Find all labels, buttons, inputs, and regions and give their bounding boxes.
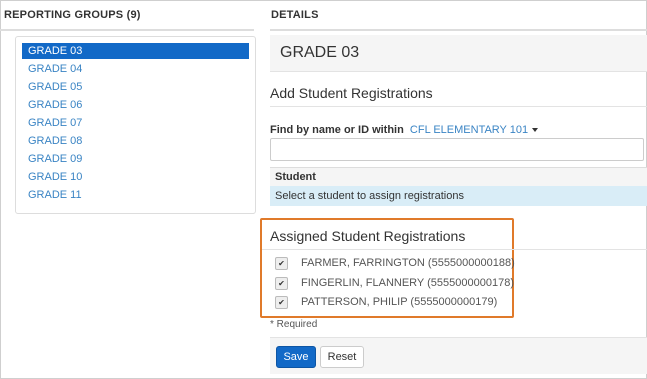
group-item-grade-04[interactable]: GRADE 04 [22, 61, 249, 77]
registration-label: PATTERSON, PHILIP (5555000000179) [301, 296, 498, 309]
assigned-registration-item: ✔ FARMER, FARRINGTON (5555000000188) [275, 256, 515, 270]
group-item-grade-05[interactable]: GRADE 05 [22, 79, 249, 95]
check-icon: ✔ [278, 258, 285, 268]
form-actions-bar: Save Reset [270, 337, 647, 374]
details-heading: DETAILS [271, 9, 319, 21]
reporting-groups-heading: REPORTING GROUPS (9) [4, 9, 141, 21]
group-item-grade-08[interactable]: GRADE 08 [22, 133, 249, 149]
save-button[interactable]: Save [276, 346, 316, 368]
details-title: GRADE 03 [280, 44, 360, 61]
registration-checkbox[interactable]: ✔ [275, 276, 288, 290]
registration-checkbox[interactable]: ✔ [275, 256, 288, 270]
caret-down-icon [532, 128, 539, 133]
group-item-grade-06[interactable]: GRADE 06 [22, 97, 249, 113]
add-divider [270, 106, 647, 107]
left-divider [0, 29, 254, 31]
student-column-label: Student [275, 171, 316, 183]
student-search-input[interactable] [270, 138, 644, 161]
assigned-divider [262, 249, 647, 250]
required-note: * Required [270, 319, 318, 330]
right-divider [270, 29, 647, 31]
student-placeholder-row: Select a student to assign registrations [270, 186, 647, 206]
registration-checkbox[interactable]: ✔ [275, 295, 288, 309]
find-row: Find by name or ID within CFL ELEMENTARY… [270, 124, 539, 136]
group-item-grade-07[interactable]: GRADE 07 [22, 115, 249, 131]
student-column-header: Student [270, 167, 647, 187]
assigned-registration-item: ✔ PATTERSON, PHILIP (5555000000179) [275, 295, 497, 309]
student-placeholder-text: Select a student to assign registrations [275, 190, 464, 202]
group-item-grade-09[interactable]: GRADE 09 [22, 151, 249, 167]
registration-label: FARMER, FARRINGTON (5555000000188) [301, 257, 515, 270]
assigned-registration-item: ✔ FINGERLIN, FLANNERY (5555000000178) [275, 276, 514, 290]
assigned-registrations-title: Assigned Student Registrations [270, 228, 466, 244]
add-registrations-title: Add Student Registrations [270, 85, 433, 101]
group-item-grade-10[interactable]: GRADE 10 [22, 169, 249, 185]
reset-button[interactable]: Reset [320, 346, 364, 368]
details-title-bar: GRADE 03 [270, 35, 647, 72]
group-item-grade-11[interactable]: GRADE 11 [22, 187, 249, 203]
reporting-groups-list: GRADE 03 GRADE 04 GRADE 05 GRADE 06 GRAD… [15, 36, 256, 214]
registration-label: FINGERLIN, FLANNERY (5555000000178) [301, 277, 514, 290]
scope-dropdown[interactable]: CFL ELEMENTARY 101 [409, 124, 539, 136]
group-item-grade-03[interactable]: GRADE 03 [22, 43, 249, 59]
find-label: Find by name or ID within [270, 124, 404, 136]
check-icon: ✔ [278, 278, 285, 288]
scope-dropdown-label: CFL ELEMENTARY 101 [409, 124, 529, 136]
check-icon: ✔ [278, 297, 285, 307]
